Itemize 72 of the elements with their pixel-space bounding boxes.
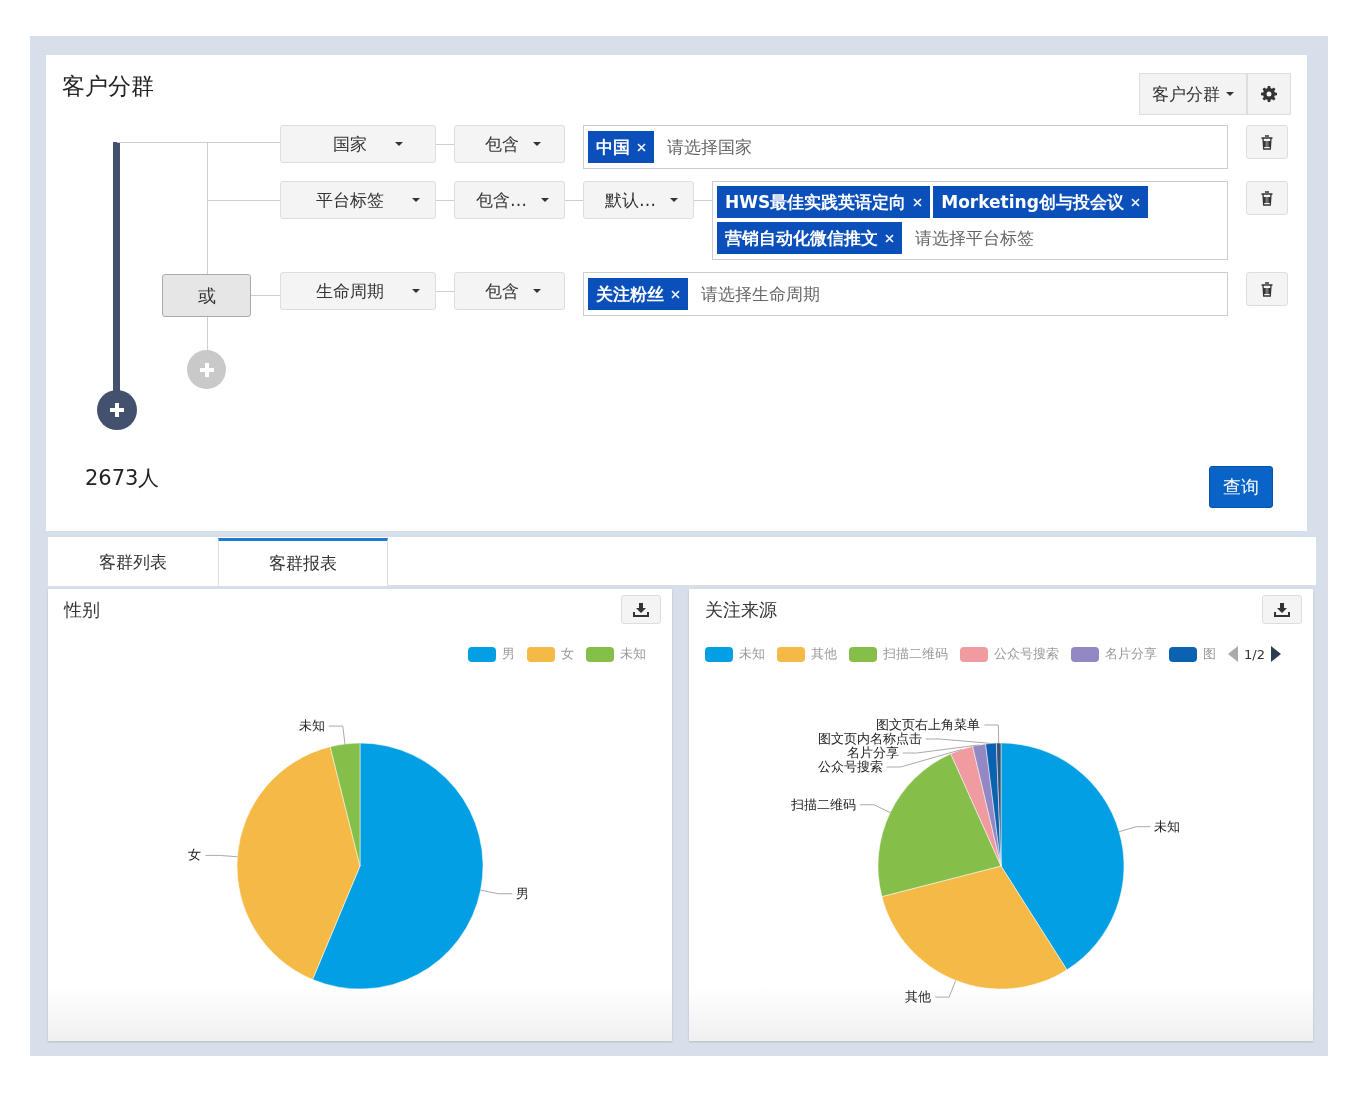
- condition-dropdown[interactable]: 平台标签: [280, 181, 436, 219]
- leader-line: [480, 889, 513, 895]
- leader-line: [328, 725, 346, 745]
- download-icon: [633, 602, 649, 617]
- caret-icon: [1226, 92, 1234, 96]
- slice-label: 公众号搜索: [817, 759, 883, 775]
- download-icon: [1274, 602, 1290, 617]
- condition-dropdown[interactable]: 包含…: [454, 181, 565, 219]
- leader-line: [204, 854, 238, 858]
- plus-icon: [110, 403, 124, 417]
- caret-icon: [541, 198, 549, 202]
- next-page-icon[interactable]: [1270, 646, 1281, 662]
- close-icon[interactable]: [671, 289, 680, 299]
- delete-button[interactable]: [1246, 272, 1288, 306]
- caret-icon: [395, 142, 403, 146]
- slice-label: 女: [188, 847, 202, 863]
- close-icon[interactable]: [913, 197, 923, 207]
- page-title: 客户分群: [62, 72, 154, 101]
- tag-input-field[interactable]: 中国 请选择国家: [583, 125, 1228, 169]
- selected-tag: 关注粉丝: [588, 278, 688, 310]
- caret-icon: [532, 142, 541, 146]
- trash-icon: [1261, 281, 1273, 297]
- tag-search-input[interactable]: 请选择生命周期: [699, 277, 1223, 311]
- slice-label: 男: [516, 885, 530, 901]
- condition-dropdown[interactable]: 包含: [454, 272, 565, 310]
- legend-page-indicator: 1/2: [1244, 646, 1265, 662]
- slice-label: 图文页内名称点击: [817, 731, 922, 747]
- condition-dropdown[interactable]: 包含: [454, 125, 565, 163]
- caret-icon: [412, 198, 420, 202]
- close-icon[interactable]: [637, 142, 646, 152]
- close-icon[interactable]: [885, 233, 894, 243]
- settings-button[interactable]: [1247, 73, 1291, 115]
- trash-icon: [1261, 190, 1273, 206]
- delete-button[interactable]: [1246, 181, 1288, 215]
- tag-input-field[interactable]: 关注粉丝 请选择生命周期: [583, 272, 1228, 316]
- delete-button[interactable]: [1246, 125, 1288, 159]
- leader-line: [934, 979, 957, 998]
- caret-icon: [412, 289, 420, 293]
- tag-search-input[interactable]: 请选择国家: [665, 130, 1223, 164]
- close-icon[interactable]: [1130, 197, 1140, 207]
- leader-line: [1118, 826, 1151, 833]
- tag-input-field[interactable]: HWS最佳实践英语定向 Morketing创与投会议 营销自动化微信推文 请选择平台标签: [712, 181, 1228, 260]
- slice-label: 图文页右上角菜单: [876, 717, 981, 733]
- slice-label: 其他: [905, 989, 932, 1005]
- slice-label: 扫描二维码: [791, 796, 856, 812]
- chart-title: 关注来源: [705, 597, 777, 622]
- selected-tag: 中国: [588, 131, 654, 163]
- slice-label: 未知: [1154, 818, 1181, 834]
- view-dropdown-button[interactable]: 客户分群: [1139, 73, 1247, 115]
- leader-line: [859, 804, 891, 814]
- tag-search-input[interactable]: 请选择平台标签: [913, 221, 1223, 255]
- chart-title: 性别: [64, 597, 100, 622]
- or-button[interactable]: 或: [162, 274, 251, 317]
- condition-dropdown[interactable]: 生命周期: [280, 272, 436, 310]
- caret-icon: [532, 289, 541, 293]
- add-group-button[interactable]: [97, 390, 137, 430]
- selected-tag: HWS最佳实践英语定向: [717, 186, 931, 218]
- trash-icon: [1261, 134, 1273, 150]
- download-button[interactable]: [621, 595, 661, 624]
- caret-icon: [670, 198, 678, 202]
- audience-count: 2673人: [85, 465, 160, 492]
- settings-icon: [1261, 86, 1277, 102]
- condition-dropdown[interactable]: 默认…: [583, 181, 694, 219]
- condition-dropdown[interactable]: 国家: [280, 125, 436, 163]
- slice-label: 名片分享: [846, 745, 899, 761]
- selected-tag: 营销自动化微信推文: [717, 222, 902, 254]
- query-button[interactable]: 查询: [1209, 466, 1273, 508]
- selected-tag: Morketing创与投会议: [933, 186, 1148, 218]
- plus-icon: [199, 362, 214, 377]
- download-button[interactable]: [1262, 595, 1302, 624]
- slice-label: 未知: [298, 718, 325, 734]
- tab[interactable]: 客群报表: [218, 538, 388, 586]
